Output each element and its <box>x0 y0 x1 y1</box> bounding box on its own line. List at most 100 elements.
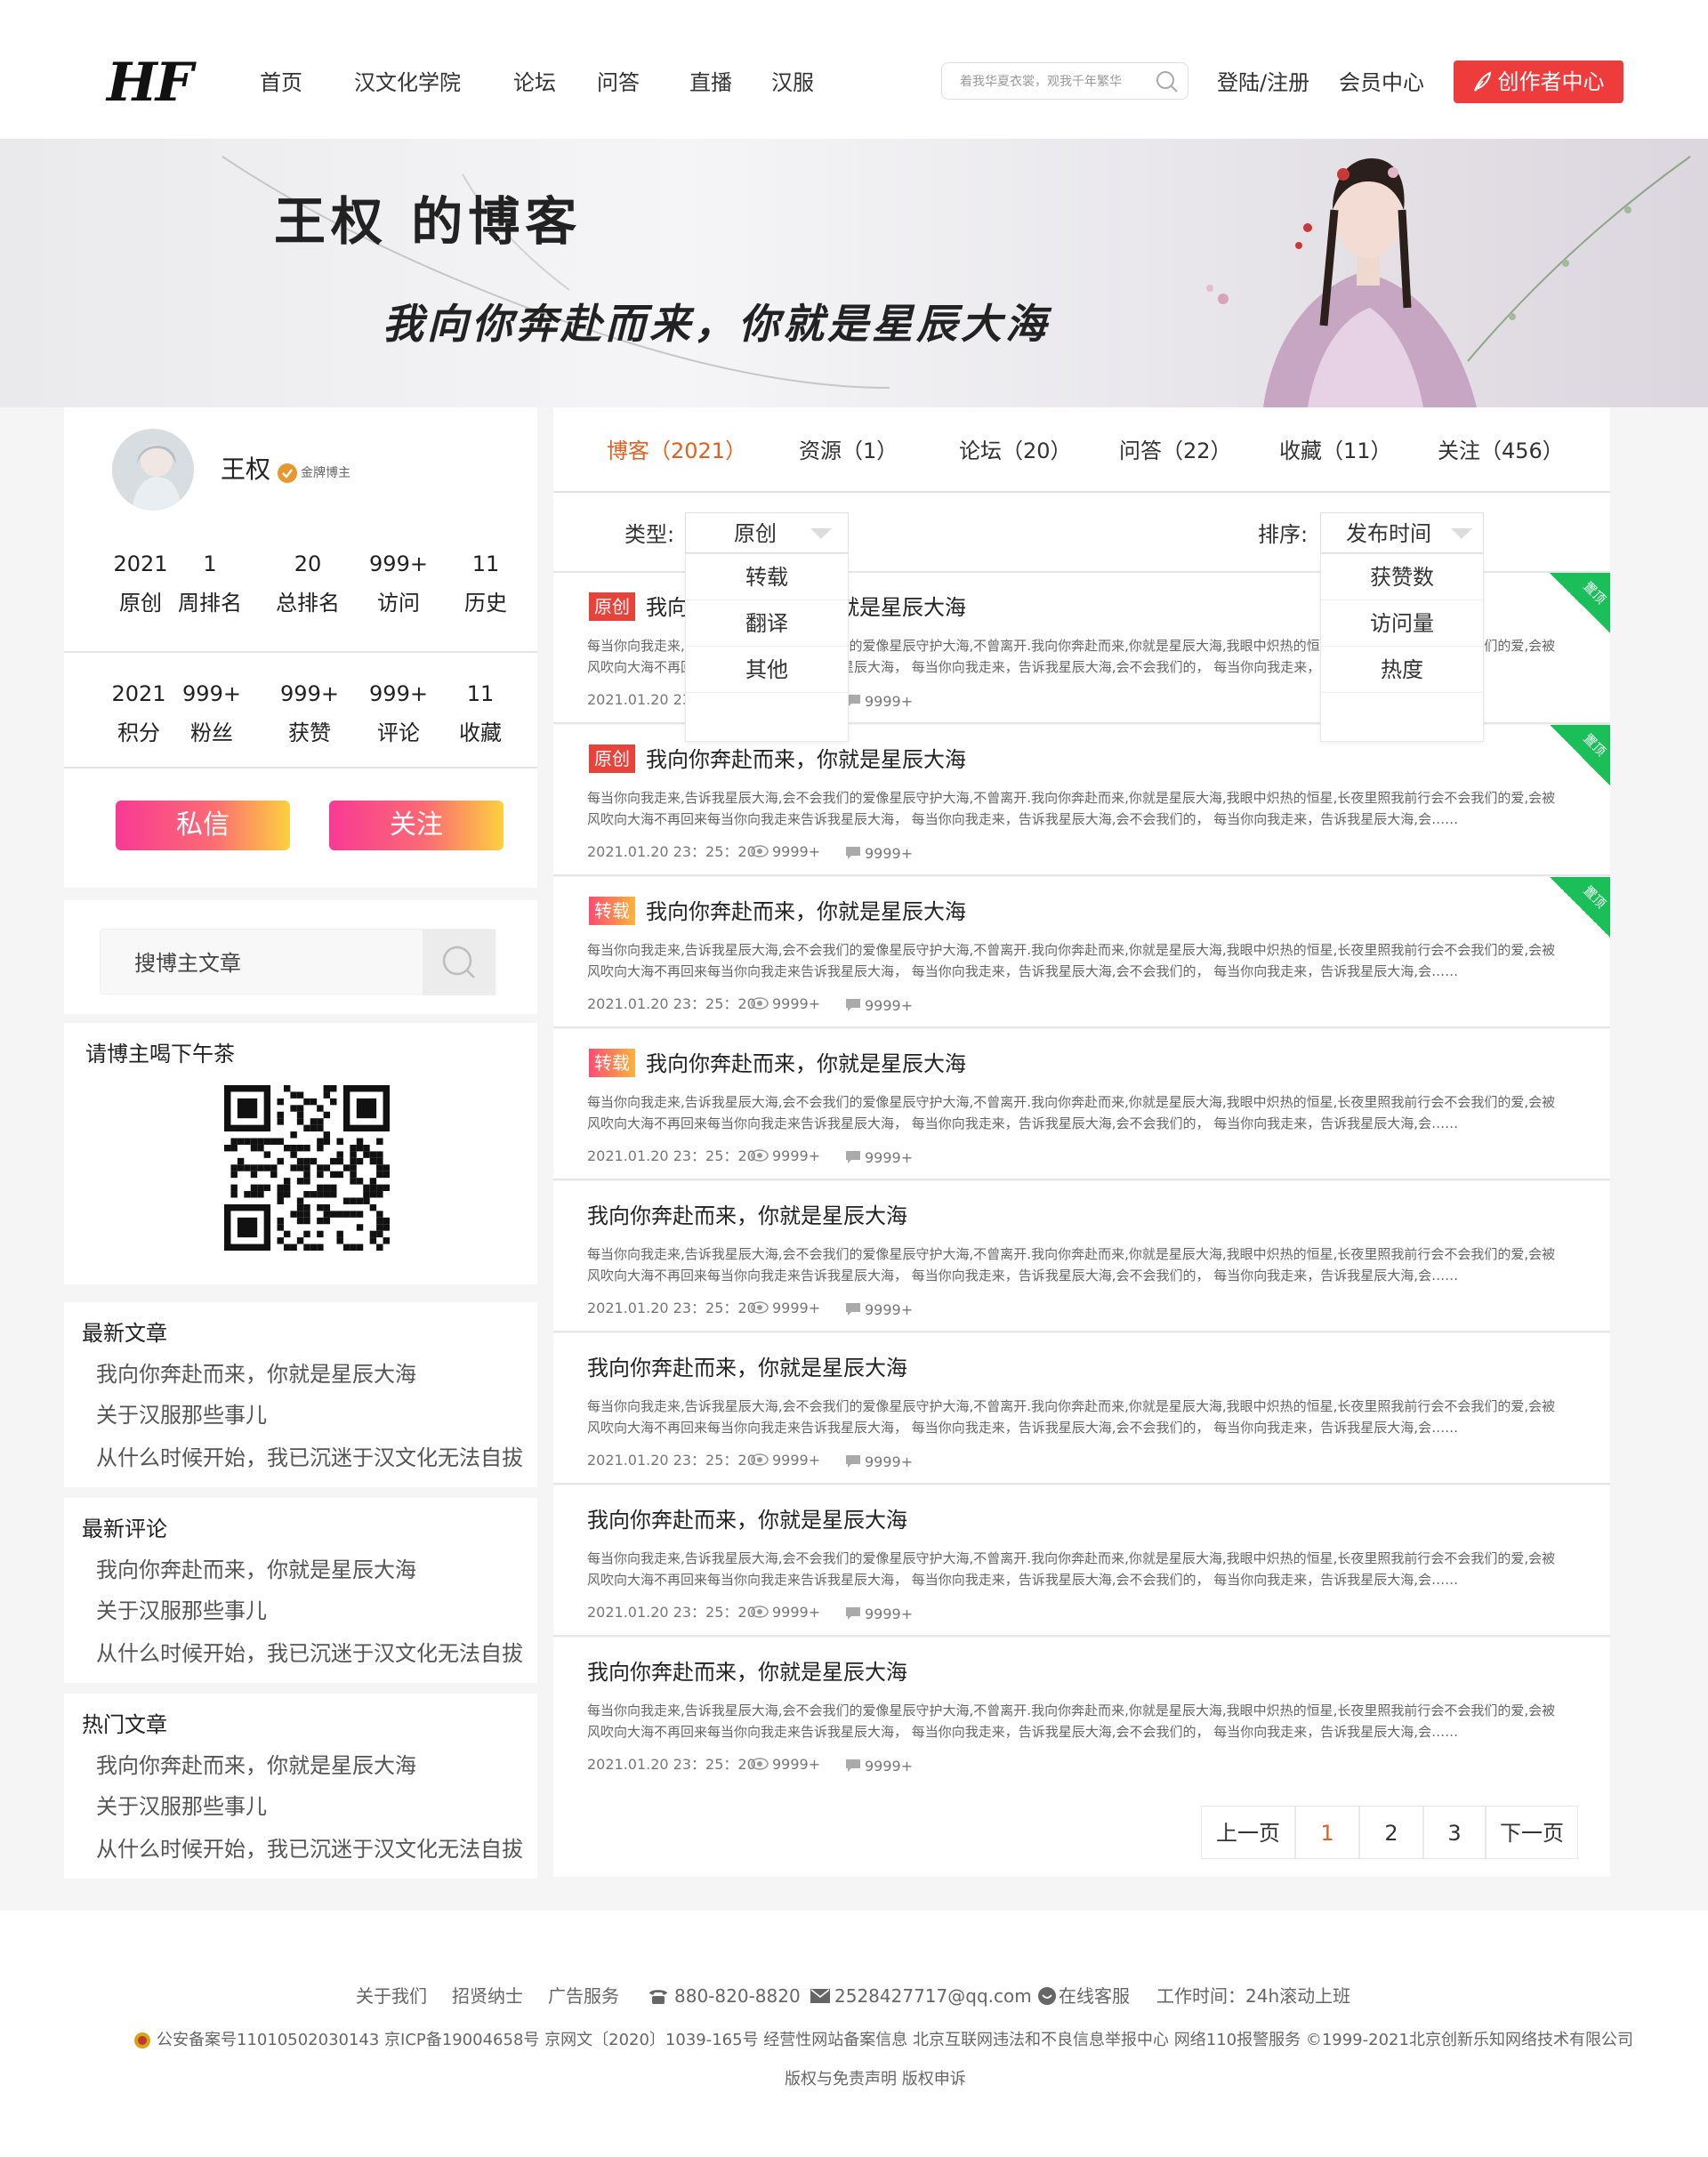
tab-following[interactable]: 关注（456） <box>1438 436 1564 466</box>
sort-option-heat[interactable]: 热度 <box>1321 647 1483 693</box>
list-item[interactable]: 从什么时候开始，我已沉迷于汉文化无法自拔 <box>96 1638 523 1669</box>
list-item[interactable]: 从什么时候开始，我已沉迷于汉文化无法自拔 <box>96 1834 523 1864</box>
list-item[interactable]: 我向你奔赴而来，你就是星辰大海 <box>96 1555 416 1585</box>
article-title[interactable]: 我向你奔赴而来，你就是星辰大海 <box>587 1353 907 1383</box>
article-item[interactable]: 我向你奔赴而来，你就是星辰大海 每当你向我走来,告诉我星辰大海,会不会我们的爱像星… <box>553 1333 1610 1485</box>
footer-copyright[interactable]: 版权与免责声明 版权申诉 <box>785 2067 966 2092</box>
top-header: HF 首页 汉文化学院 论坛 问答 直播 汉服 着我华夏衣裳，观我千年繁华 登陆… <box>0 0 1708 139</box>
chevron-down-icon <box>1451 528 1472 539</box>
nav-academy[interactable]: 汉文化学院 <box>354 68 461 98</box>
stat-favorites[interactable]: 11 收藏 <box>436 680 525 747</box>
article-item[interactable]: 我向你奔赴而来，你就是星辰大海每当你向我走来,告诉我星辰大海,会不会我们的爱像星… <box>553 1638 1610 1789</box>
pinned-label: 置顶 <box>1580 579 1608 608</box>
comment-icon <box>845 1302 861 1320</box>
tab-favorites[interactable]: 收藏（11） <box>1279 436 1392 466</box>
follow-button[interactable]: 关注 <box>329 801 504 850</box>
article-tag: 原创 <box>589 592 635 621</box>
article-title[interactable]: 我向你奔赴而来，你就是星辰大海 <box>646 897 966 927</box>
type-option-translation[interactable]: 翻译 <box>686 600 848 647</box>
list-item[interactable]: 关于汉服那些事儿 <box>96 1400 267 1430</box>
vip-center-link[interactable]: 会员中心 <box>1339 68 1424 98</box>
profile-banner: 王权 的博客 我向你奔赴而来，你就是星辰大海 <box>0 139 1708 407</box>
login-register-link[interactable]: 登陆/注册 <box>1217 68 1309 98</box>
type-select[interactable]: 原创 <box>685 512 849 553</box>
nav-qa[interactable]: 问答 <box>597 68 640 98</box>
article-item[interactable]: 原创我向你奔赴而来，你就是星辰大海每当你向我走来,告诉我星辰大海,会不会我们的爱… <box>553 725 1610 876</box>
list-item[interactable]: 我向你奔赴而来，你就是星辰大海 <box>96 1751 416 1781</box>
article-title[interactable]: 我向你奔赴而来，你就是星辰大海 <box>646 744 966 775</box>
article-summary: 每当你向我走来,告诉我星辰大海,会不会我们的爱像星辰守护大海,不曾离开.我向你奔… <box>587 1702 1556 1740</box>
article-title[interactable]: 我向你奔赴而来，你就是星辰大海 <box>587 1505 907 1535</box>
pinned-ribbon: 置顶 <box>1550 725 1610 785</box>
type-option-other[interactable]: 其他 <box>686 647 848 693</box>
site-logo[interactable]: HF <box>107 52 193 114</box>
stat-likes[interactable]: 999+ 获赞 <box>265 680 354 747</box>
footer-email[interactable]: 2528427717@qq.com <box>834 1984 1032 2008</box>
article-item[interactable]: 我向你奔赴而来，你就是星辰大海 每当你向我走来,告诉我星辰大海,会不会我们的爱像星… <box>553 1181 1610 1332</box>
pinned-label: 置顶 <box>1580 883 1608 912</box>
footer-record[interactable]: 公安备案号11010502030143 京ICP备19004658号 京网文〔2… <box>157 2028 1633 2053</box>
qr-code <box>224 1085 390 1251</box>
nav-forum[interactable]: 论坛 <box>513 68 556 98</box>
article-item[interactable]: 我向你奔赴而来，你就是星辰大海 每当你向我走来,告诉我星辰大海,会不会我们的爱像星… <box>553 1485 1610 1637</box>
footer-link-about[interactable]: 关于我们 <box>356 1984 427 2008</box>
hot-articles-title: 热门文章 <box>82 1712 167 1737</box>
list-item[interactable]: 关于汉服那些事儿 <box>96 1791 267 1822</box>
sort-select[interactable]: 发布时间 <box>1320 512 1484 553</box>
nav-live[interactable]: 直播 <box>689 68 732 98</box>
stat-history[interactable]: 11 历史 <box>441 550 530 617</box>
article-tag: 转载 <box>589 897 635 925</box>
stat-visits[interactable]: 999+ 访问 <box>354 550 443 617</box>
type-option-repost[interactable]: 转载 <box>686 554 848 600</box>
article-item[interactable]: 转载 我向你奔赴而来，你就是星辰大海 每当你向我走来,告诉我星辰大海,会不会我们的爱… <box>553 877 1610 1028</box>
blog-search-button[interactable] <box>423 930 495 995</box>
stat-label: 总排名 <box>276 591 340 616</box>
stat-comments[interactable]: 999+ 评论 <box>354 680 443 747</box>
nav-hanfu[interactable]: 汉服 <box>771 68 814 98</box>
footer-online-service[interactable]: 在线客服 <box>1059 1984 1130 2008</box>
profile-card: 王权 金牌博主 2021 原创 1 周排名 20 总排名 999+ 访问 11 历史 20… <box>64 407 537 888</box>
next-page-button[interactable]: 下一页 <box>1486 1806 1578 1859</box>
list-item[interactable]: 从什么时候开始，我已沉迷于汉文化无法自拔 <box>96 1443 523 1473</box>
nav-home[interactable]: 首页 <box>260 68 302 98</box>
blog-search-input[interactable]: 搜博主文章 <box>100 929 495 995</box>
article-comments: 9999+ <box>865 997 914 1014</box>
message-button[interactable]: 私信 <box>116 801 290 850</box>
page-1[interactable]: 1 <box>1295 1806 1359 1859</box>
banner-title: 王权 的博客 <box>274 191 583 252</box>
page-2[interactable]: 2 <box>1359 1806 1423 1859</box>
sort-option-visits[interactable]: 访问量 <box>1321 600 1483 647</box>
stat-value: 11 <box>471 551 500 576</box>
avatar[interactable] <box>112 429 194 511</box>
creator-center-label: 创作者中心 <box>1497 69 1605 94</box>
footer-link-jobs[interactable]: 招贤纳士 <box>452 1984 523 2008</box>
creator-center-button[interactable]: 创作者中心 <box>1454 60 1623 103</box>
article-item[interactable]: 转载 我向你奔赴而来，你就是星辰大海 每当你向我走来,告诉我星辰大海,会不会我们的爱… <box>553 1029 1610 1180</box>
tab-forum[interactable]: 论坛（20） <box>959 436 1072 466</box>
latest-articles-title: 最新文章 <box>82 1321 167 1346</box>
tab-resources[interactable]: 资源（1） <box>799 436 898 466</box>
sort-option-likes[interactable]: 获赞数 <box>1321 554 1483 600</box>
tab-blog[interactable]: 博客（2021） <box>607 436 746 466</box>
article-comments: 9999+ <box>865 693 914 710</box>
stat-label: 周排名 <box>178 591 242 616</box>
page-3[interactable]: 3 <box>1423 1806 1486 1859</box>
eye-icon <box>751 1757 769 1775</box>
list-item[interactable]: 我向你奔赴而来，你就是星辰大海 <box>96 1359 416 1389</box>
footer-link-ads[interactable]: 广告服务 <box>548 1984 619 2008</box>
footer-phone[interactable]: 880-820-8820 <box>674 1984 801 2008</box>
search-icon[interactable] <box>1156 70 1179 93</box>
article-title[interactable]: 我向你奔赴而来，你就是星辰大海 <box>587 1657 907 1687</box>
stat-total-rank[interactable]: 20 总排名 <box>263 550 352 617</box>
stat-fans[interactable]: 999+ 粉丝 <box>167 680 256 747</box>
stat-value: 999+ <box>369 551 428 576</box>
tab-qa[interactable]: 问答（22） <box>1119 436 1232 466</box>
header-search-input[interactable]: 着我华夏衣裳，观我千年繁华 <box>941 62 1188 100</box>
feather-icon <box>1474 71 1492 92</box>
list-item[interactable]: 关于汉服那些事儿 <box>96 1596 267 1626</box>
stat-week-rank[interactable]: 1 周排名 <box>165 550 254 617</box>
prev-page-button[interactable]: 上一页 <box>1201 1806 1295 1859</box>
article-title[interactable]: 我向你奔赴而来，你就是星辰大海 <box>587 1201 907 1231</box>
blog-search-card: 搜博主文章 <box>64 900 537 1014</box>
article-title[interactable]: 我向你奔赴而来，你就是星辰大海 <box>646 1049 966 1079</box>
